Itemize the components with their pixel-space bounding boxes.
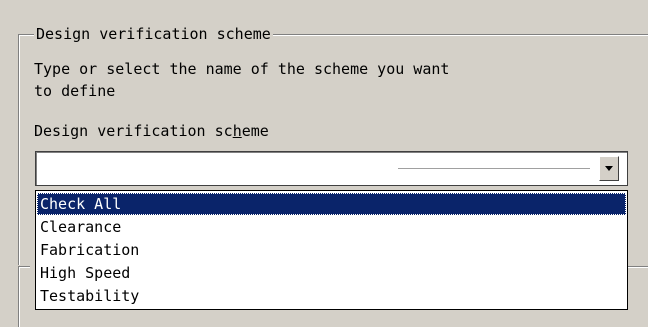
combobox-dropdown-button[interactable] (599, 156, 619, 181)
groupbox-title: Design verification scheme (34, 25, 273, 43)
scheme-field-label: Design verification scheme (34, 121, 269, 141)
dropdown-item-high-speed[interactable]: High Speed (37, 262, 626, 284)
dropdown-item-check-all[interactable]: Check All (37, 193, 626, 215)
chevron-down-icon (605, 166, 613, 171)
combobox-guide-line (398, 168, 590, 169)
scheme-label-part-2: eme (241, 122, 269, 140)
scheme-label-mnemonic: h (232, 122, 242, 140)
dropdown-item-fabrication[interactable]: Fabrication (37, 239, 626, 261)
dropdown-item-testability[interactable]: Testability (37, 285, 626, 307)
instruction-text: Type or select the name of the scheme yo… (34, 60, 450, 100)
scheme-combobox[interactable] (35, 151, 628, 186)
scheme-dropdown-list[interactable]: Check All Clearance Fabrication High Spe… (35, 190, 628, 310)
scheme-label-part-1: Design verification sc (34, 122, 233, 140)
dropdown-item-clearance[interactable]: Clearance (37, 216, 626, 238)
